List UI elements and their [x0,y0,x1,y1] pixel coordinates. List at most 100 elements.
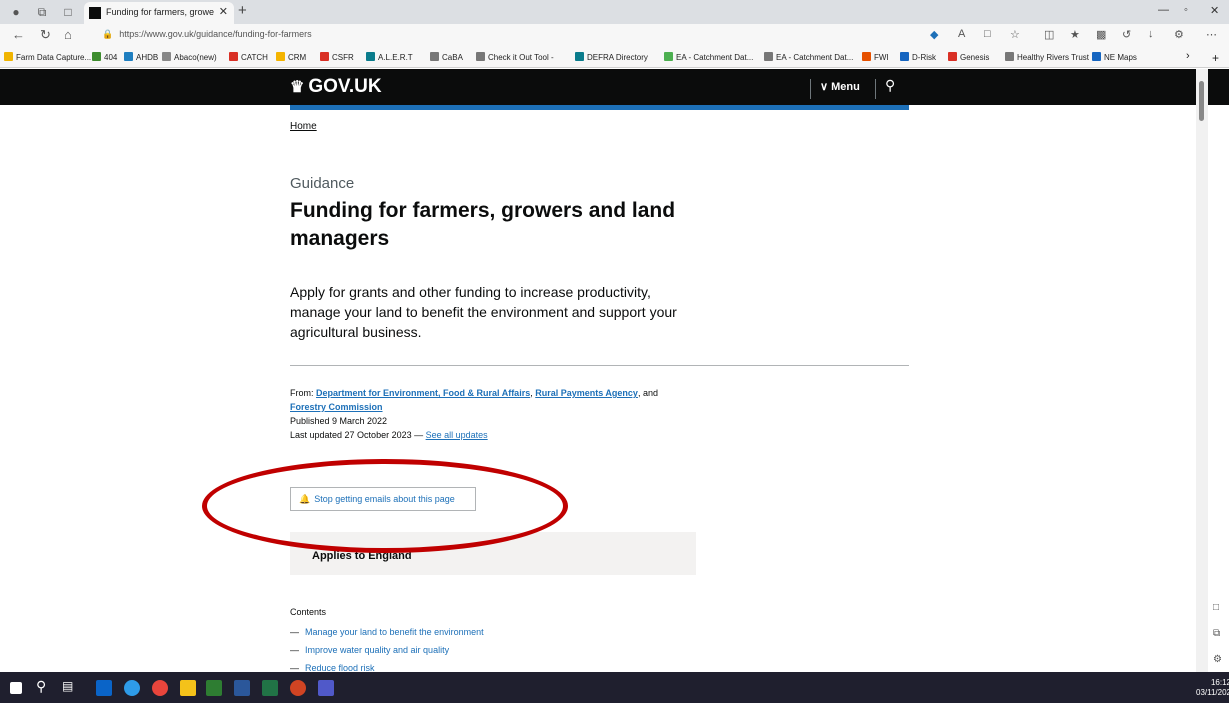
folder-icon [4,52,13,61]
add-sidebar-icon[interactable]: + [1212,51,1219,65]
crown-icon: ♛ [290,79,305,96]
sidebar-settings-icon[interactable]: ⚙ [1213,654,1222,665]
header-accent-bar [290,105,909,110]
contents-link[interactable]: — Improve water quality and air quality [290,645,449,655]
org-link-defra[interactable]: Department for Environment, Food & Rural… [316,388,530,398]
bookmark-item[interactable]: AHDB [124,52,158,62]
more-bookmarks-icon[interactable]: › [1186,50,1190,62]
home-icon[interactable]: ⌂ [64,27,72,42]
page-icon [430,52,439,61]
extensions-icon[interactable]: ⚙ [1174,28,1184,41]
windows-taskbar: ⚲ ▤ 16:12 03/11/202 [0,672,1229,703]
search-icon[interactable]: ⚲ [36,678,52,694]
new-tab-button[interactable]: + [238,2,247,19]
bookmark-icon [862,52,871,61]
bookmark-item[interactable]: CATCH [229,52,268,62]
reader-view-icon[interactable]: □ [984,28,991,40]
contents-heading: Contents [290,607,327,617]
search-icon[interactable]: ⚲ [885,77,895,94]
menu-button[interactable]: ∨ Menu [820,80,860,93]
bookmark-icon [948,52,957,61]
bookmark-item[interactable]: D-Risk [900,52,936,62]
scrollbar-thumb[interactable] [1199,81,1204,121]
metadata-block: From: Department for Environment, Food &… [290,388,658,440]
windows-start-icon[interactable] [10,682,22,694]
org-link-rpa[interactable]: Rural Payments Agency [535,388,638,398]
page-icon [476,52,485,61]
system-clock[interactable]: 16:12 03/11/202 [1196,678,1229,698]
restore-icon[interactable]: ◦ [1184,4,1188,16]
contents-link[interactable]: — Reduce flood risk [290,663,375,672]
tab-actions-icon[interactable]: □ [60,4,76,20]
favorite-star-icon[interactable]: ☆ [1010,28,1020,41]
close-window-icon[interactable]: ✕ [1210,4,1219,17]
word-icon[interactable] [234,680,250,696]
workspaces-icon[interactable]: ⧉ [34,4,50,20]
favorites-icon[interactable]: ★ [1070,28,1080,41]
bookmark-item[interactable]: Farm Data Capture... [4,52,91,62]
org-link-forestry[interactable]: Forestry Commission [290,402,383,412]
bookmark-item[interactable]: CaBA [430,52,463,62]
web-page: ♛ GOV.UK ∨ Menu ⚲ Home Guidance Funding f… [0,69,1229,672]
divider [810,79,811,99]
bookmark-icon [320,52,329,61]
page-caption: Guidance [290,175,355,192]
bookmark-icon [276,52,285,61]
file-explorer-icon[interactable] [180,680,196,696]
bookmark-item[interactable]: CRM [276,52,306,62]
contents-link[interactable]: — Manage your land to benefit the environ… [290,627,484,637]
excel-icon[interactable] [262,680,278,696]
profile-icon[interactable]: ● [8,4,24,20]
browser-tab[interactable]: Funding for farmers, growers and ✕ [84,2,234,24]
refresh-icon[interactable]: ↻ [40,27,51,43]
clock-time: 16:12 [1210,678,1229,687]
edge-icon[interactable] [124,680,140,696]
read-aloud-icon[interactable]: A [958,28,965,40]
govuk-logo[interactable]: ♛ GOV.UK [290,76,382,98]
clock-date: 03/11/202 [1196,688,1229,697]
bookmark-item[interactable]: 404 [92,52,117,62]
sidebar-panel-icon[interactable]: □ [1213,602,1219,613]
more-menu-icon[interactable]: ⋯ [1206,28,1217,41]
bookmark-item[interactable]: EA - Catchment Dat... [764,52,853,62]
collections-icon[interactable]: ▩ [1096,28,1106,41]
page-icon [764,52,773,61]
bookmark-item[interactable]: A.L.E.R.T [366,52,413,62]
address-bar[interactable]: 🔒 https://www.gov.uk/guidance/funding-for… [102,29,312,40]
extension-icon[interactable]: ◆ [930,28,938,41]
powerpoint-icon[interactable] [290,680,306,696]
url-text: https://www.gov.uk/guidance/funding-for-… [119,29,312,39]
bookmark-item[interactable]: FWI [862,52,889,62]
back-icon[interactable]: ← [12,27,25,42]
chrome-icon[interactable] [152,680,168,696]
scrollbar[interactable] [1196,69,1208,672]
bookmark-item[interactable]: DEFRA Directory [575,52,648,62]
govuk-favicon-icon [89,7,101,19]
bookmark-item[interactable]: Genesis [948,52,989,62]
downloads-icon[interactable]: ↓ [1148,28,1154,40]
see-all-updates-link[interactable]: See all updates [426,430,488,440]
app-icon[interactable] [206,680,222,696]
chevron-down-icon: ∨ [820,81,829,93]
split-screen-icon[interactable]: ◫ [1044,28,1054,41]
breadcrumb-home-link[interactable]: Home [290,121,317,132]
page-lede: Apply for grants and other funding to in… [290,284,677,340]
bookmark-icon [575,52,584,61]
bookmark-item[interactable]: CSFR [320,52,354,62]
history-icon[interactable]: ↺ [1122,28,1131,41]
external-open-icon[interactable]: ⧉ [1213,628,1220,639]
close-tab-icon[interactable]: ✕ [219,5,228,18]
bookmark-icon [366,52,375,61]
bookmark-item[interactable]: Check it Out Tool - [476,52,554,62]
page-icon [1005,52,1014,61]
bookmark-item[interactable]: EA - Catchment Dat... [664,52,753,62]
bookmark-item[interactable]: NE Maps [1092,52,1137,62]
bookmark-item[interactable]: Healthy Rivers Trust [1005,52,1089,62]
task-view-icon[interactable]: ▤ [62,679,78,695]
teams-icon[interactable] [318,680,334,696]
bookmarks-bar: Farm Data Capture... 404 AHDB Abaco(new)… [0,48,1229,68]
browser-tab-strip: ● ⧉ □ Funding for farmers, growers and ✕… [0,0,1229,24]
bookmark-item[interactable]: Abaco(new) [162,52,217,62]
minimize-icon[interactable]: — [1158,4,1169,16]
outlook-icon[interactable] [96,680,112,696]
